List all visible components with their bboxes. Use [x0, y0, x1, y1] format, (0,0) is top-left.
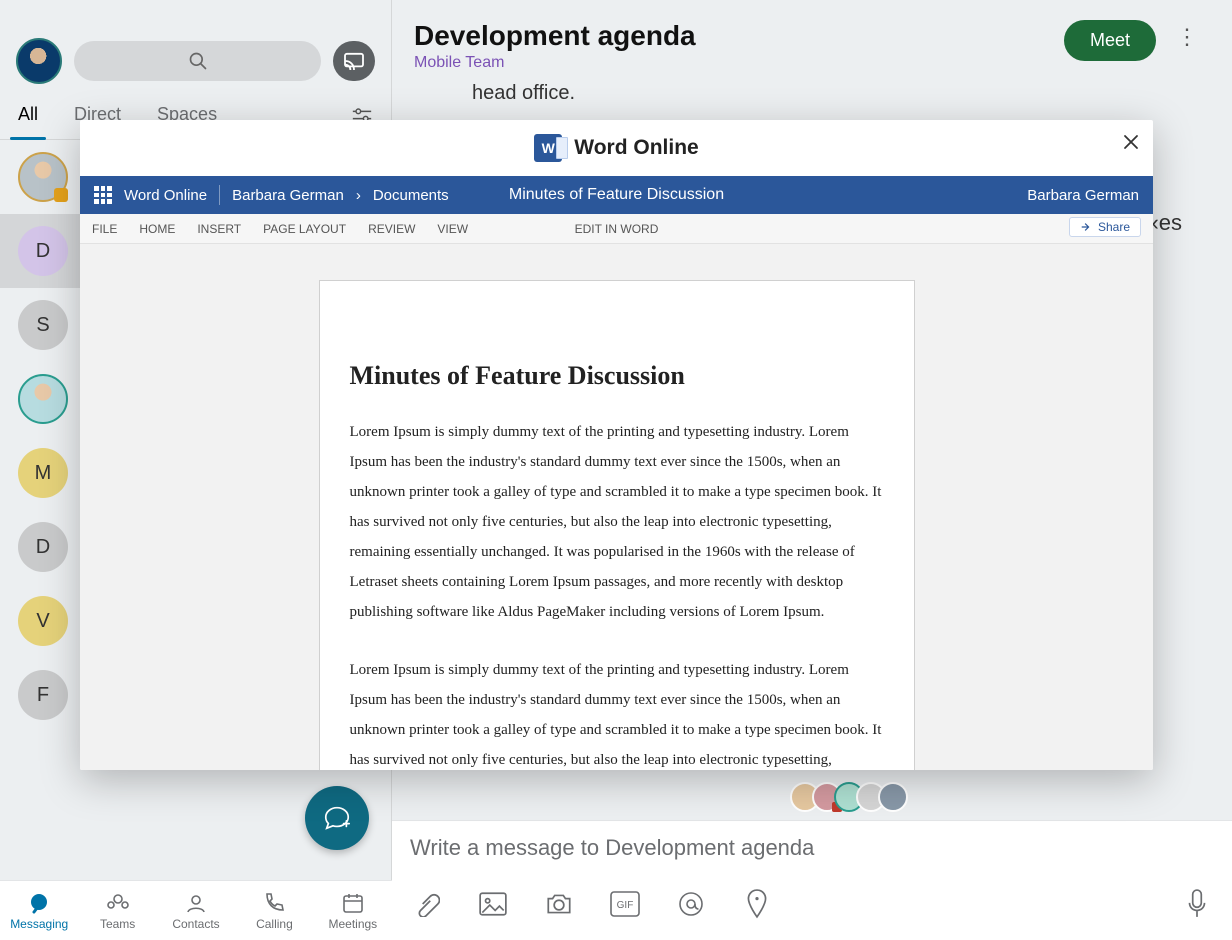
ribbon-tab-insert[interactable]: INSERT	[197, 222, 241, 236]
app-launcher-button[interactable]	[94, 186, 112, 204]
modal-app-name: Word Online	[574, 136, 698, 160]
ribbon-tab-file[interactable]: FILE	[92, 222, 117, 236]
breadcrumb-bar: Word Online Barbara German › Documents M…	[80, 176, 1153, 214]
document-title[interactable]: Minutes of Feature Discussion	[509, 186, 724, 204]
share-icon	[1080, 221, 1092, 233]
ribbon-tab-home[interactable]: HOME	[139, 222, 175, 236]
ribbon-tab-page-layout[interactable]: PAGE LAYOUT	[263, 222, 346, 236]
share-button[interactable]: Share	[1069, 217, 1141, 237]
share-label: Share	[1098, 220, 1130, 234]
word-online-modal: W Word Online Word Online Barbara German…	[80, 120, 1153, 770]
signed-in-user[interactable]: Barbara German	[1027, 187, 1139, 204]
ribbon-tabs: FILE HOME INSERT PAGE LAYOUT REVIEW VIEW EDIT…	[80, 214, 1153, 244]
document-canvas[interactable]: Minutes of Feature Discussion Lorem Ipsu…	[80, 244, 1153, 770]
close-button[interactable]	[1123, 134, 1139, 150]
document-para-1[interactable]: Lorem Ipsum is simply dummy text of the …	[350, 417, 884, 627]
breadcrumb-user[interactable]: Barbara German	[232, 187, 344, 204]
ribbon-tab-review[interactable]: REVIEW	[368, 222, 415, 236]
edit-in-word-button[interactable]: EDIT IN WORD	[575, 222, 659, 236]
word-app-icon: W	[534, 134, 562, 162]
document-para-2[interactable]: Lorem Ipsum is simply dummy text of the …	[350, 655, 884, 770]
document-heading[interactable]: Minutes of Feature Discussion	[350, 361, 884, 391]
chevron-right-icon: ›	[356, 187, 361, 204]
ribbon-tab-view[interactable]: VIEW	[437, 222, 468, 236]
app-home-link[interactable]: Word Online	[124, 187, 207, 204]
close-icon	[1123, 134, 1139, 150]
modal-overlay: W Word Online Word Online Barbara German…	[0, 0, 1232, 940]
modal-titlebar: W Word Online	[80, 120, 1153, 176]
breadcrumb-location[interactable]: Documents	[373, 187, 449, 204]
document-page[interactable]: Minutes of Feature Discussion Lorem Ipsu…	[319, 280, 915, 770]
